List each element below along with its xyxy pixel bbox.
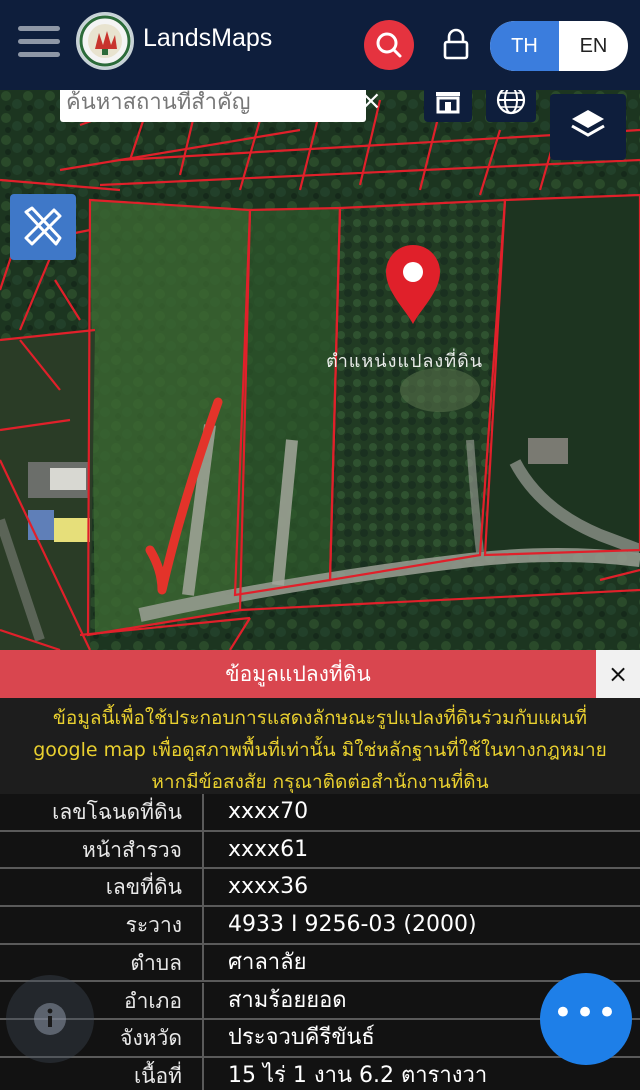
search-button[interactable] (364, 20, 414, 70)
table-row: เลขที่ดิน xxxx36 (0, 869, 640, 908)
app-header: LandsMaps TH EN (0, 0, 640, 90)
table-row: ระวาง 4933 I 9256-03 (2000) (0, 907, 640, 945)
notice-line-1: ข้อมูลนี้เพื่อใช้ประกอบการแสดงลักษณะรูปแ… (52, 707, 588, 729)
map-canvas[interactable] (0, 90, 640, 650)
table-row: เนื้อที่ 15 ไร่ 1 งาน 6.2 ตารางวา (0, 1057, 640, 1090)
language-toggle: TH EN (490, 21, 628, 71)
ruler-pencil-icon (24, 206, 62, 246)
table-row: เลขโฉนดที่ดิน xxxx70 (0, 794, 640, 832)
layers-icon (571, 110, 605, 137)
land-info-table: เลขโฉนดที่ดิน xxxx70 หน้าสำรวจ xxxx61 เล… (0, 794, 640, 1090)
row-value: 15 ไร่ 1 งาน 6.2 ตารางวา (228, 1062, 488, 1088)
row-value: 4933 I 9256-03 (2000) (228, 912, 477, 938)
parcel-location-label: ตำแหน่งแปลงที่ดิน (326, 351, 484, 372)
measure-button[interactable] (10, 194, 76, 260)
row-value: ศาลาลัย (228, 949, 307, 975)
app-brand: LandsMaps (143, 24, 273, 52)
lock-icon (443, 28, 469, 60)
close-panel-button[interactable]: × (596, 650, 640, 698)
search-clear-button[interactable]: × (360, 90, 382, 116)
row-value: xxxx36 (228, 874, 309, 900)
login-button[interactable] (440, 26, 472, 64)
row-value: xxxx61 (228, 836, 309, 862)
row-label: ระวาง (0, 907, 204, 943)
info-button[interactable] (6, 975, 94, 1063)
layers-button[interactable] (550, 94, 626, 160)
row-label: หน้าสำรวจ (0, 831, 204, 868)
row-label: เลขโฉนดที่ดิน (0, 794, 204, 830)
info-icon (34, 1003, 66, 1035)
more-options-button[interactable]: ••• (540, 973, 632, 1065)
lang-en-button[interactable]: EN (559, 21, 628, 71)
table-row: หน้าสำรวจ xxxx61 (0, 831, 640, 870)
building-icon (436, 92, 460, 114)
department-logo (76, 12, 134, 70)
row-value: สามร้อยยอด (228, 987, 347, 1013)
globe-icon (496, 90, 526, 115)
menu-icon[interactable] (18, 26, 60, 58)
row-label: เลขที่ดิน (0, 869, 204, 906)
row-value: xxxx70 (228, 799, 309, 824)
disclaimer-notice: ข้อมูลนี้เพื่อใช้ประกอบการแสดงลักษณะรูปแ… (0, 698, 640, 794)
land-info-title: ข้อมูลแปลงที่ดิน (0, 650, 596, 698)
row-value: ประจวบคีรีขันธ์ (228, 1025, 375, 1051)
globe-button[interactable] (486, 90, 536, 122)
lang-th-button[interactable]: TH (490, 21, 559, 71)
place-search-input[interactable]: ค้นหาสถานที่สำคัญ (60, 90, 366, 122)
satellite-map[interactable]: ค้นหาสถานที่สำคัญ × ตำแหน่งแปลงที่ดิน (0, 90, 640, 650)
search-placeholder: ค้นหาสถานที่สำคัญ (66, 90, 251, 115)
search-icon (376, 32, 402, 58)
building-layer-button[interactable] (424, 90, 472, 122)
table-row: ตำบล ศาลาลัย (0, 944, 640, 983)
notice-line-2: google map เพื่อดูสภาพพื้นที่เท่านั้น มิ… (33, 739, 607, 761)
